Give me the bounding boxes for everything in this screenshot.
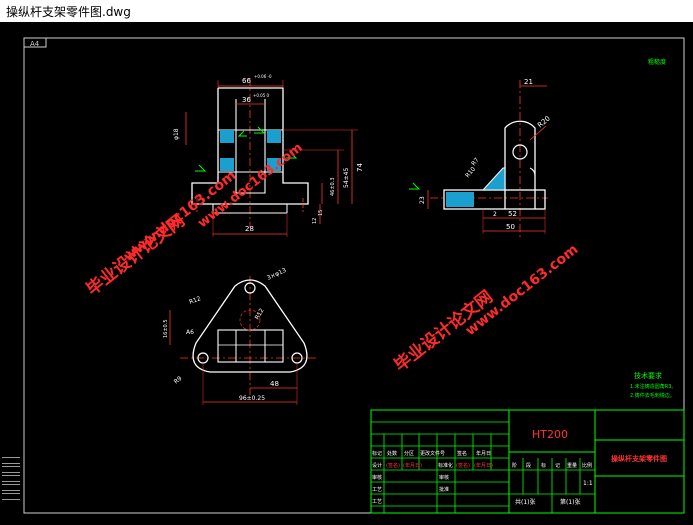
title-material: HT200 [532,428,568,441]
front-dim-inner-tol: +0.05 0 [253,93,270,98]
tb-stage-3: 记 [555,462,560,469]
tb-design-5: (年月日) [474,462,493,469]
tech-req-title: 技术要求 [634,371,662,380]
tb-stage-0: 阶 [512,462,517,469]
tech-requirements: 技术要求 1.未注铸造圆角R3。 2.铸件去毛刺锐边。 [630,371,676,399]
top-dim-phi: 3×φ13 [266,267,288,282]
tb-header-0: 标记 [372,450,382,457]
tb-design-2: (年月日) [403,462,422,469]
tb-stage-5: 比例 [582,462,592,469]
tb-header-1: 处数 [387,450,397,457]
front-dim-overall-tol: +0.06 -0 [254,74,272,79]
top-dim-r12: R12 [188,295,202,306]
side-dim-52: 52 [508,210,517,218]
top-dim-rt: R12 [254,307,266,321]
side-dim-50: 50 [506,223,515,231]
title-block: HT200 操纵杆支架零件图 标记 处数 分区 更改文件号 签名 年月日 设计 … [370,409,685,514]
tb-stage-1: 段 [526,462,531,469]
tb-header-4: 签名 [457,450,467,457]
front-dim-overall: 66 [242,77,251,85]
front-view: 66 +0.06 -0 36 +0.05 0 φ18 74 54±45 46±0… [173,74,364,237]
tb-design-3: 标准化 [438,462,453,469]
sheet-label: A4 [30,40,40,48]
front-dim-h46: 46±0.3 [330,177,336,196]
tb-header-3: 更改文件号 [420,450,445,457]
front-dim-inner: 36 [242,96,251,104]
tb-sheet-no: 第(1)张 [560,498,581,506]
top-view: 3×φ13 R12 R12 A6 16±0.5 R9 48 96±0.25 [163,267,318,405]
window-title: 操纵杆支架零件图.dwg [6,5,131,19]
side-view: 21 R20 R7 R10 23 2 52 50 [409,78,552,238]
front-dim-hole: φ18 [173,128,180,140]
front-dim-h54: 54±45 [343,168,350,188]
side-dim-r10: R10 [464,166,477,180]
side-dim-23: 23 [419,196,426,204]
tech-req-line2: 2.铸件去毛刺锐边。 [630,392,675,399]
tb-stage-4: 重量 [567,462,577,469]
side-dim-2: 2 [493,211,497,218]
top-dim-96: 96±0.25 [239,395,265,402]
tb-scale: 1:1 [583,480,593,487]
tb-design-4: (签名) [456,462,470,469]
side-dim-r7: R7 [470,157,481,168]
top-dim-48: 48 [270,380,279,388]
front-dim-h15: 15 [318,210,324,216]
tb-stage-2: 标 [541,462,546,469]
layout-tabs-strip[interactable] [0,455,22,511]
tb-sheets-total: 共(1)张 [515,498,536,506]
roughness-note: 粗糙度 [648,58,666,66]
tb-approve: 批准 [439,486,449,493]
tb-header-5: 年月日 [476,450,491,457]
tb-design-0: 设计 [372,462,382,469]
front-dim-bottom: 28 [245,225,254,233]
drawing-svg: A4 粗糙度 66 +0.06 -0 36 +0.05 0 φ18 74 54±… [23,37,685,514]
tb-process: 工艺 [372,499,382,505]
side-dim-21: 21 [524,78,533,86]
top-dim-r9: R9 [173,375,184,386]
cad-canvas[interactable]: A4 粗糙度 66 +0.06 -0 36 +0.05 0 φ18 74 54±… [0,22,693,521]
tech-req-line1: 1.未注铸造圆角R3。 [630,383,676,390]
tb-process-left: 工艺 [372,487,382,493]
tb-audit: 审核 [439,474,449,481]
tb-audit-left: 审核 [372,474,382,481]
window-titlebar: 操纵杆支架零件图.dwg [0,0,693,23]
front-dim-h12: 12 [312,218,318,224]
front-dim-h74: 74 [356,163,364,172]
tb-header-2: 分区 [404,450,414,457]
watermarks: 毕业设计论文网 www.doc163.com www.doc163.com 毕业… [82,140,581,376]
title-part-name: 操纵杆支架零件图 [611,454,667,463]
tb-design-1: (签名) [386,462,400,469]
top-dim-a6: A6 [186,329,194,336]
top-dim-left: 16±0.5 [163,319,169,338]
